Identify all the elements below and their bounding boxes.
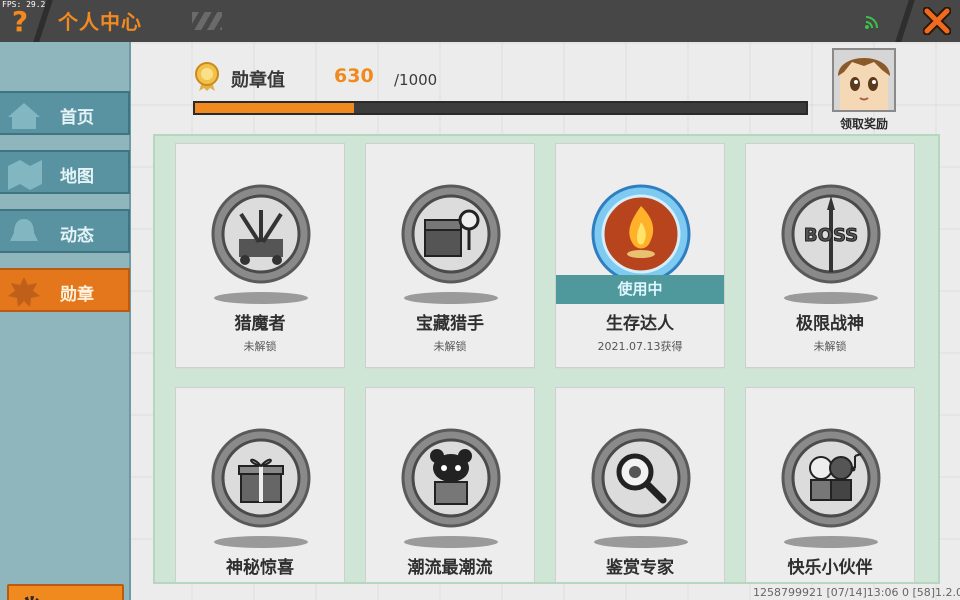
badge-shadow xyxy=(784,292,878,304)
badge-name: 生存达人 xyxy=(606,314,674,334)
sidebar-item-home[interactable]: 首页 xyxy=(0,91,130,135)
map-icon xyxy=(8,160,42,190)
sidebar-item-map[interactable]: 地图 xyxy=(0,150,130,194)
close-icon xyxy=(923,7,951,35)
badge-name: 神秘惊喜 xyxy=(226,558,294,578)
friends-music-icon xyxy=(781,428,881,528)
badge-card[interactable]: BOSS 极限战神 未解锁 xyxy=(745,143,915,368)
settings-label: 设置 xyxy=(61,596,93,600)
medal-icon xyxy=(8,277,40,307)
badge-status: 未解锁 xyxy=(813,340,847,353)
home-icon xyxy=(8,103,40,129)
badge-card[interactable]: 潮流最潮流 xyxy=(365,387,535,582)
campfire-icon xyxy=(591,184,691,284)
sidebar-item-label: 勋章 xyxy=(60,285,94,305)
sidebar-item-label: 地图 xyxy=(60,167,94,187)
badge-card[interactable]: 神秘惊喜 xyxy=(175,387,345,582)
medal-points-value: 630 xyxy=(334,65,374,87)
reward-avatar-button[interactable] xyxy=(832,48,896,112)
swords-cart-icon xyxy=(211,184,311,284)
sidebar: 首页 地图 动态 233 勋章 设置 xyxy=(0,42,131,600)
main-panel: 勋章值 630 /1000 领取奖励 猎魔者 未解锁 宝藏猎手 未解锁 使用中 … xyxy=(131,42,960,600)
sidebar-item-label: 首页 xyxy=(60,108,94,128)
badge-name: 潮流最潮流 xyxy=(407,558,493,578)
badge-shadow xyxy=(784,536,878,548)
badge-card[interactable]: 猎魔者 未解锁 xyxy=(175,143,345,368)
claim-reward-label[interactable]: 领取奖励 xyxy=(828,115,900,132)
badge-card[interactable]: 鉴赏专家 xyxy=(555,387,725,582)
badge-shadow xyxy=(214,536,308,548)
page-title: 个人中心 xyxy=(58,10,142,34)
medal-progress-bar xyxy=(193,101,808,115)
medal-points-icon xyxy=(195,62,219,91)
badge-status: 未解锁 xyxy=(433,340,467,353)
badge-name: 极限战神 xyxy=(796,314,864,334)
title-stripes-decoration xyxy=(192,12,222,30)
question-icon: ? xyxy=(11,4,29,38)
settings-button[interactable]: 设置 xyxy=(7,584,124,600)
top-bar: FPS: 29.2 ? 个人中心 xyxy=(0,0,960,42)
badge-status: 2021.07.13获得 xyxy=(597,340,683,353)
badge-card[interactable]: 宝藏猎手 未解锁 xyxy=(365,143,535,368)
badge-card[interactable]: 快乐小伙伴 xyxy=(745,387,915,582)
sidebar-item-label: 动态 xyxy=(60,226,94,246)
svg-text:BOSS: BOSS xyxy=(804,225,858,246)
sidebar-item-medals[interactable]: 勋章 xyxy=(0,268,130,312)
badge-shadow xyxy=(404,536,498,548)
bell-icon xyxy=(10,219,38,241)
bear-mask-icon xyxy=(401,428,501,528)
badge-name: 鉴赏专家 xyxy=(606,558,674,578)
badge-shadow xyxy=(214,292,308,304)
badge-shadow xyxy=(404,292,498,304)
build-info: 1258799921 [07/14]13:06 0 [58]1.2.0 xyxy=(753,586,960,599)
close-button[interactable] xyxy=(914,0,960,42)
gift-box-icon xyxy=(211,428,311,528)
wifi-icon xyxy=(865,16,878,29)
gear-icon xyxy=(23,596,39,600)
treasure-chest-icon xyxy=(401,184,501,284)
badge-card-in-use[interactable]: 使用中 生存达人 2021.07.13获得 xyxy=(555,143,725,368)
badge-shadow xyxy=(594,536,688,548)
fps-counter: FPS: 29.2 xyxy=(2,0,46,9)
magnifier-icon xyxy=(591,428,691,528)
medal-progress-fill xyxy=(195,103,354,113)
badge-name: 猎魔者 xyxy=(234,314,286,334)
boss-spear-icon: BOSS xyxy=(781,184,881,284)
sidebar-item-feed[interactable]: 动态 xyxy=(0,209,130,253)
medal-points-label: 勋章值 xyxy=(231,70,285,91)
badge-name: 宝藏猎手 xyxy=(416,314,484,334)
close-divider xyxy=(895,0,915,42)
medal-points-max: /1000 xyxy=(394,71,438,89)
in-use-label: 使用中 xyxy=(556,275,724,304)
badge-status: 未解锁 xyxy=(243,340,277,353)
badge-grid: 猎魔者 未解锁 宝藏猎手 未解锁 使用中 生存达人 2021.07.13获得 B… xyxy=(153,134,940,584)
badge-name: 快乐小伙伴 xyxy=(787,558,873,578)
avatar-face-icon xyxy=(834,50,894,110)
